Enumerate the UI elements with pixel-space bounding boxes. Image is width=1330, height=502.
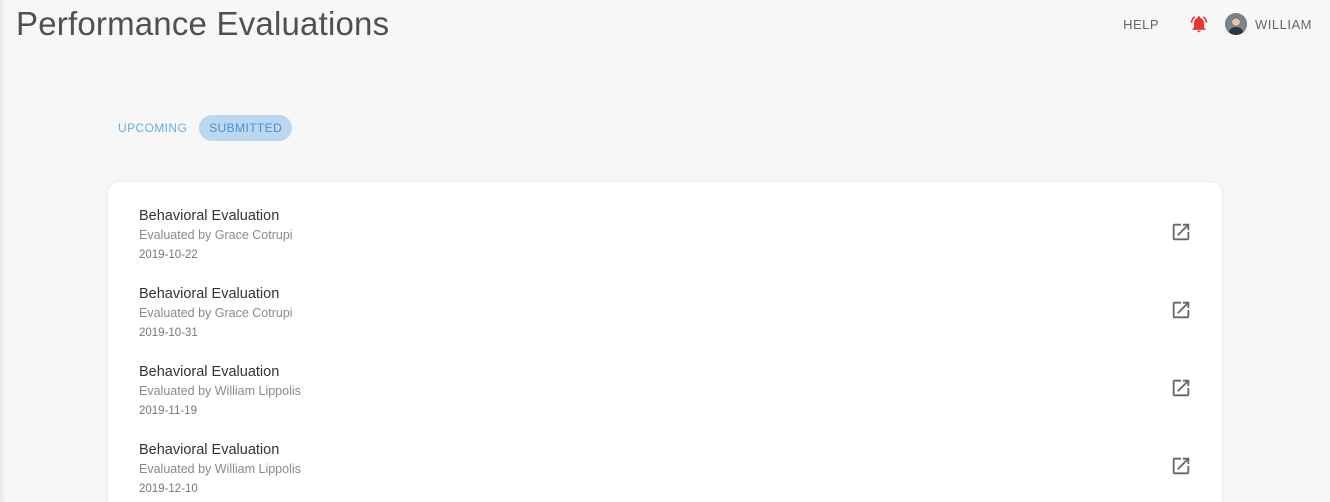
open-in-new-icon[interactable] [1170,377,1192,399]
user-menu[interactable]: WILLIAM [1225,13,1312,35]
bell-icon[interactable] [1189,14,1209,34]
evaluation-title: Behavioral Evaluation [139,364,280,380]
evaluation-date: 2019-10-22 [139,249,198,261]
sidebar-edge [0,0,6,502]
evaluations-card: Behavioral Evaluation Evaluated by Grace… [107,181,1223,502]
user-name: WILLIAM [1255,16,1312,32]
evaluator-name: Evaluated by Grace Cotrupi [139,306,293,320]
evaluation-date: 2019-10-31 [139,327,198,339]
page-title: Performance Evaluations [16,5,390,42]
help-link[interactable]: HELP [1123,17,1159,32]
tab-submitted[interactable]: SUBMITTED [199,115,293,141]
evaluator-name: Evaluated by William Lippolis [139,462,301,476]
tab-bar: UPCOMING SUBMITTED [108,115,294,141]
list-item: Behavioral Evaluation Evaluated by Grace… [139,206,1192,284]
avatar [1225,13,1248,35]
page: Performance Evaluations HELP WILLIAM UPC… [0,0,1330,502]
list-item: Behavioral Evaluation Evaluated by Grace… [139,284,1192,362]
evaluator-name: Evaluated by William Lippolis [139,384,301,398]
evaluation-title: Behavioral Evaluation [139,208,280,224]
evaluator-name: Evaluated by Grace Cotrupi [139,228,293,242]
evaluation-date: 2019-12-10 [139,483,198,495]
evaluation-date: 2019-11-19 [139,405,197,417]
header-actions: HELP WILLIAM [1123,12,1312,36]
list-item: Behavioral Evaluation Evaluated by Willi… [139,440,1192,502]
list-item: Behavioral Evaluation Evaluated by Willi… [139,362,1192,440]
evaluation-title: Behavioral Evaluation [139,442,280,458]
open-in-new-icon[interactable] [1170,221,1192,243]
evaluation-list: Behavioral Evaluation Evaluated by Grace… [139,206,1192,502]
open-in-new-icon[interactable] [1170,455,1192,477]
tab-upcoming[interactable]: UPCOMING [108,115,197,141]
open-in-new-icon[interactable] [1170,299,1192,321]
evaluation-title: Behavioral Evaluation [139,286,280,302]
